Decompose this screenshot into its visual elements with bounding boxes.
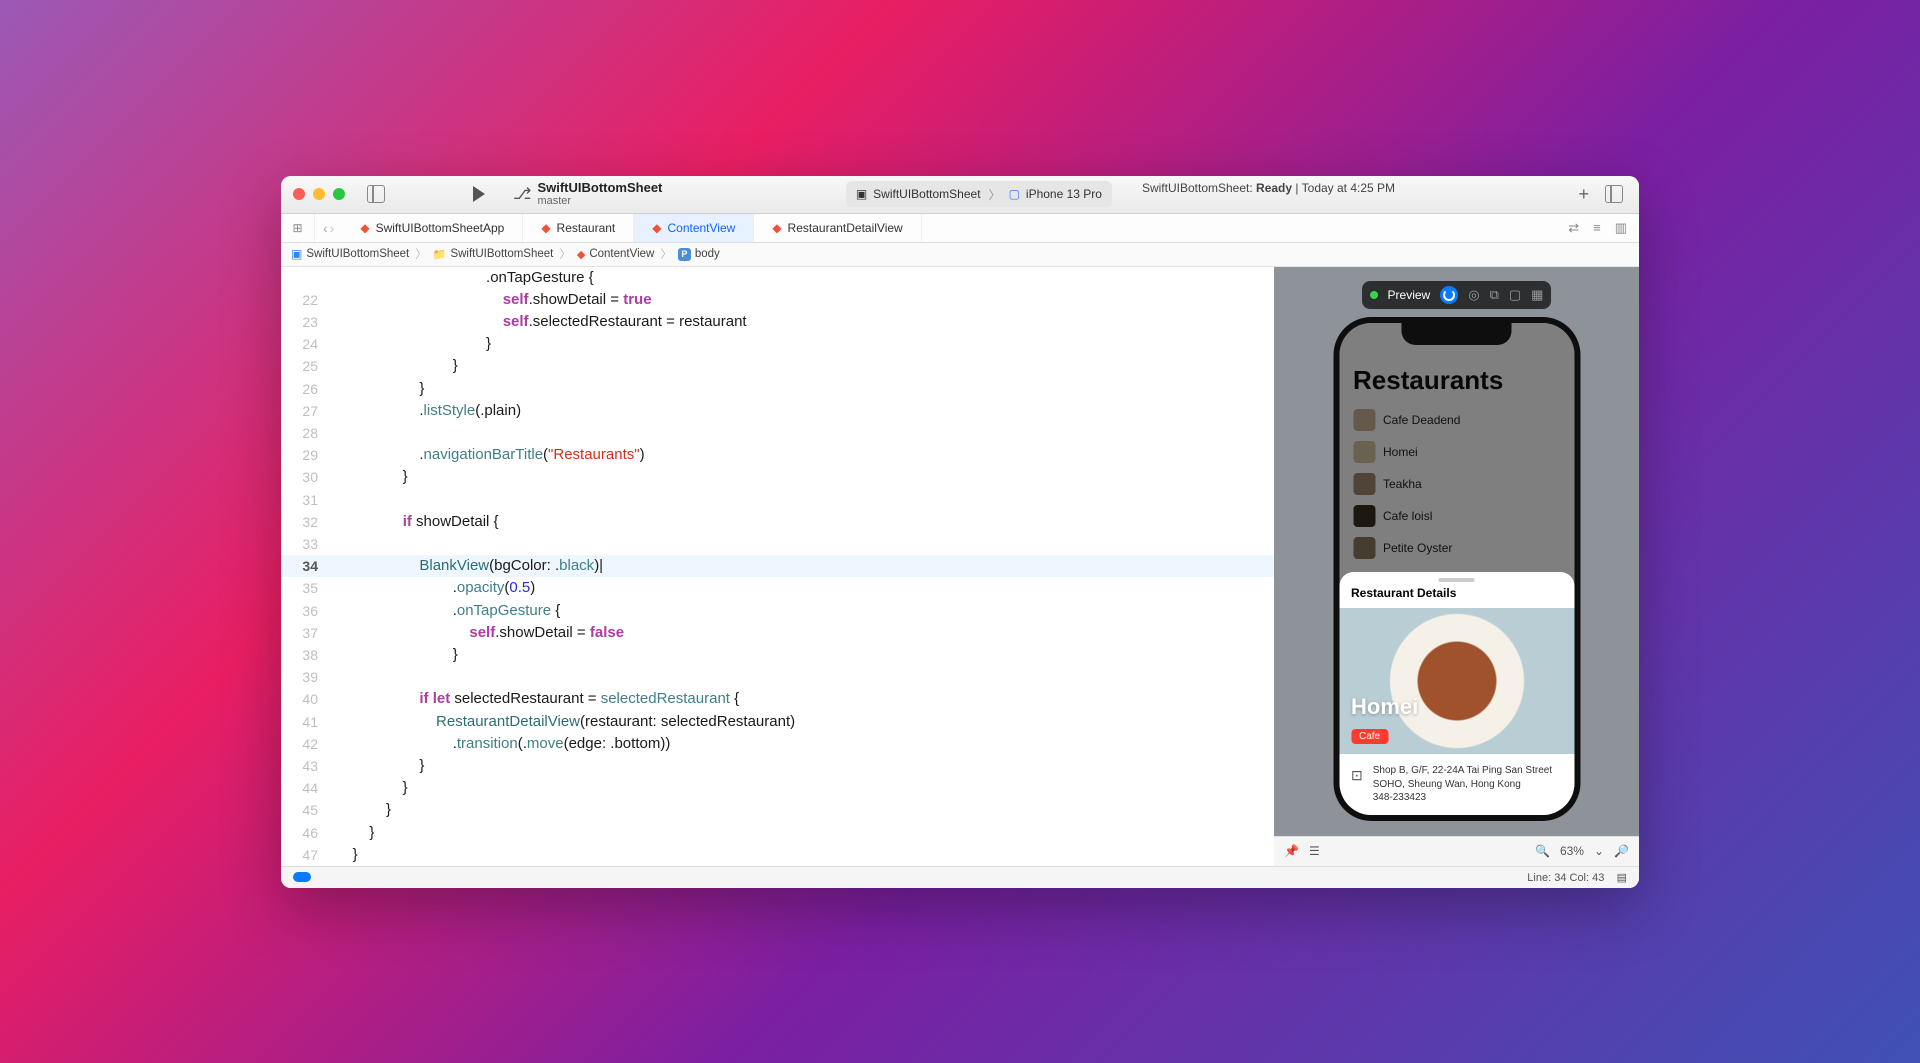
preview-toolbar: Preview ◎ ⧉ ▢ ▦ xyxy=(1362,281,1552,309)
zoom-out-icon[interactable]: 🔍 xyxy=(1535,844,1550,858)
phone-number: 348-233423 xyxy=(1373,791,1552,805)
tab-restaurant[interactable]: ◆Restaurant xyxy=(523,214,634,242)
preview-on-device-icon[interactable]: ▢ xyxy=(1509,287,1521,303)
toggle-inspector-icon[interactable] xyxy=(1605,185,1623,203)
chevron-right-icon: 〉 xyxy=(989,186,1001,203)
swift-icon: ◆ xyxy=(772,221,781,235)
status-bar: Line: 34 Col: 43 ▤ xyxy=(281,866,1639,888)
breadcrumb-file[interactable]: ContentView xyxy=(589,248,654,260)
address-line1: Shop B, G/F, 22-24A Tai Ping San Street xyxy=(1373,764,1552,778)
tab-bar: ⊞ ‹ › ◆SwiftUIBottomSheetApp ◆Restaurant… xyxy=(281,214,1639,243)
bottom-sheet[interactable]: Restaurant Details Homei Cafe ⊡ Shop B, … xyxy=(1339,572,1574,815)
jump-bar[interactable]: ▣ SwiftUIBottomSheet 〉 📁 SwiftUIBottomSh… xyxy=(281,243,1639,267)
cursor-position: Line: 34 Col: 43 xyxy=(1527,872,1604,884)
run-button[interactable] xyxy=(473,186,485,202)
toggle-navigator-icon[interactable] xyxy=(367,185,385,203)
branch-icon: ⎇ xyxy=(513,184,531,204)
chevron-right-icon: 〉 xyxy=(415,246,427,262)
xcode-window: ⎇ SwiftUIBottomSheet master ▣ SwiftUIBot… xyxy=(281,176,1639,888)
breadcrumb-symbol[interactable]: body xyxy=(695,248,720,260)
zoom-dropdown-icon[interactable]: ⌄ xyxy=(1594,844,1604,858)
add-button[interactable]: + xyxy=(1578,184,1589,205)
category-badge: Cafe xyxy=(1351,729,1388,744)
swift-icon: ◆ xyxy=(360,221,369,235)
tab-restaurantdetailview[interactable]: ◆RestaurantDetailView xyxy=(754,214,921,242)
swift-icon: ◆ xyxy=(577,248,585,261)
source-editor[interactable]: .onTapGesture { 22 self.showDetail = tru… xyxy=(281,267,1274,866)
device-screen[interactable]: Restaurants Cafe Deadend Homei Teakha Ca… xyxy=(1339,323,1574,815)
address-row: ⊡ Shop B, G/F, 22-24A Tai Ping San Stree… xyxy=(1339,754,1574,815)
pin-preview-icon[interactable]: 📌 xyxy=(1284,844,1299,858)
restaurant-title: Homei xyxy=(1351,694,1418,720)
address-line2: SOHO, Sheung Wan, Hong Kong xyxy=(1373,778,1552,792)
preview-settings-icon[interactable]: ◎ xyxy=(1468,287,1479,303)
adjust-editor-icon[interactable]: ≡ xyxy=(1593,220,1601,235)
scheme-label: SwiftUIBottomSheet xyxy=(873,187,980,201)
tab-swiftuibottomsheetapp[interactable]: ◆SwiftUIBottomSheetApp xyxy=(342,214,523,242)
swift-icon: ◆ xyxy=(652,221,661,235)
swift-icon: ◆ xyxy=(541,221,550,235)
duplicate-preview-icon[interactable]: ⧉ xyxy=(1490,287,1499,303)
live-preview-indicator xyxy=(1370,291,1378,299)
sheet-handle[interactable] xyxy=(1439,578,1475,582)
refresh-preview-button[interactable] xyxy=(1440,286,1458,304)
zoom-level[interactable]: 63% xyxy=(1560,844,1584,858)
app-icon: ▣ xyxy=(856,187,867,201)
sheet-header: Restaurant Details xyxy=(1339,586,1574,608)
device-label: iPhone 13 Pro xyxy=(1026,187,1102,201)
hero-image: Homei Cafe xyxy=(1339,608,1574,754)
breadcrumb-project[interactable]: SwiftUIBottomSheet xyxy=(306,248,409,260)
debug-indicator[interactable] xyxy=(293,872,311,882)
preview-list-icon[interactable]: ☰ xyxy=(1309,844,1320,858)
map-icon: ⊡ xyxy=(1351,766,1363,805)
device-frame: Restaurants Cafe Deadend Homei Teakha Ca… xyxy=(1333,317,1580,821)
branch-name: master xyxy=(537,195,662,207)
canvas-icon[interactable]: ▥ xyxy=(1615,220,1627,236)
chevron-right-icon: 〉 xyxy=(559,246,571,262)
project-name: SwiftUIBottomSheet xyxy=(537,181,662,195)
nav-forward-button[interactable]: › xyxy=(330,220,335,236)
preview-label: Preview xyxy=(1388,288,1431,302)
zoom-in-icon[interactable]: 🔎 xyxy=(1614,844,1629,858)
window-controls xyxy=(293,188,345,200)
titlebar: ⎇ SwiftUIBottomSheet master ▣ SwiftUIBot… xyxy=(281,176,1639,214)
breadcrumb-folder[interactable]: SwiftUIBottomSheet xyxy=(450,248,553,260)
main-area: .onTapGesture { 22 self.showDetail = tru… xyxy=(281,267,1639,866)
related-items-icon[interactable]: ⊞ xyxy=(281,214,315,242)
property-icon: P xyxy=(678,248,691,261)
tab-contentview[interactable]: ◆ContentView xyxy=(634,214,754,242)
preview-canvas: Preview ◎ ⧉ ▢ ▦ Restaurants Cafe Deadend… xyxy=(1274,267,1639,866)
preview-variants-icon[interactable]: ▦ xyxy=(1531,287,1543,303)
zoom-button[interactable] xyxy=(333,188,345,200)
scheme-branch-box[interactable]: ⎇ SwiftUIBottomSheet master xyxy=(513,181,662,207)
refresh-icon[interactable]: ⇄ xyxy=(1568,220,1579,236)
nav-back-button[interactable]: ‹ xyxy=(323,220,328,236)
device-notch xyxy=(1402,323,1512,345)
close-button[interactable] xyxy=(293,188,305,200)
preview-footer: 📌 ☰ 🔍 63% ⌄ 🔎 xyxy=(1274,836,1639,866)
activity-status: SwiftUIBottomSheet: Ready | Today at 4:2… xyxy=(1142,181,1395,207)
minimap-icon[interactable]: ▤ xyxy=(1617,872,1627,884)
device-icon: ▢ xyxy=(1009,187,1020,201)
minimize-button[interactable] xyxy=(313,188,325,200)
app-icon: ▣ xyxy=(291,247,302,261)
chevron-right-icon: 〉 xyxy=(660,246,672,262)
folder-icon: 📁 xyxy=(433,248,447,261)
scheme-selector[interactable]: ▣ SwiftUIBottomSheet 〉 ▢ iPhone 13 Pro xyxy=(846,181,1112,207)
